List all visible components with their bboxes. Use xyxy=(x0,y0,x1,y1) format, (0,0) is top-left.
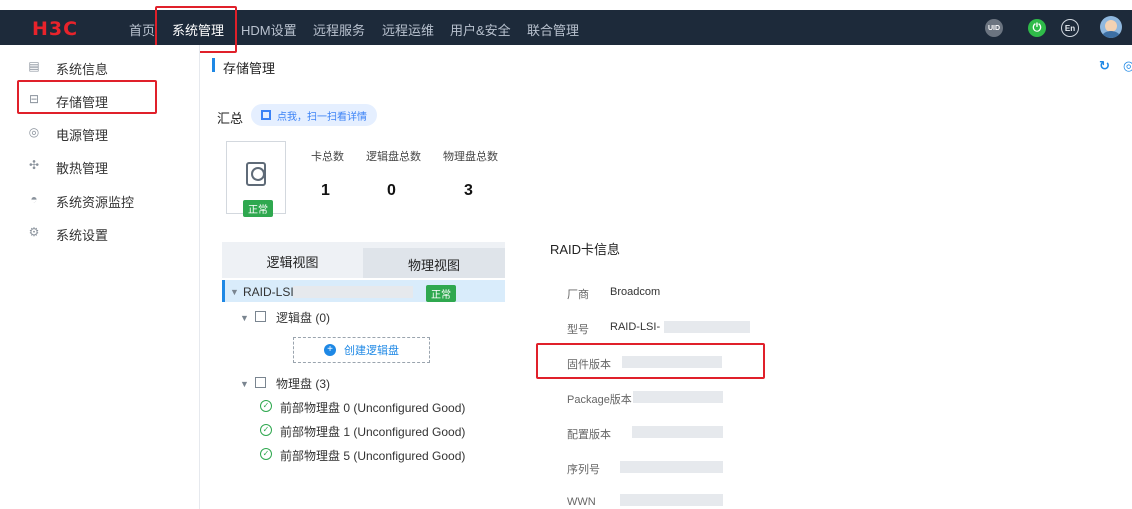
sidebar-item-system-info[interactable]: ▤ 系统信息 xyxy=(0,50,200,83)
document-icon: ▤ xyxy=(28,59,40,73)
tree-disk-item[interactable]: 前部物理盘 5 (Unconfigured Good) xyxy=(280,447,465,464)
highlight-box-sidebar xyxy=(17,80,157,114)
caret-down-icon[interactable]: ▼ xyxy=(230,287,239,297)
highlight-box-firmware xyxy=(536,343,765,379)
sidebar-item-label: 系统设置 xyxy=(56,228,109,243)
power-icon[interactable]: ⏻ xyxy=(1028,19,1046,37)
caret-down-icon[interactable]: ▼ xyxy=(240,379,249,389)
stat-value-physical-count: 3 xyxy=(464,182,473,199)
sidebar-item-label: 系统信息 xyxy=(56,62,109,77)
summary-label: 汇总 xyxy=(217,111,244,126)
plus-icon: + xyxy=(324,344,336,356)
uid-icon[interactable]: UID xyxy=(985,19,1003,37)
language-icon[interactable]: En xyxy=(1061,19,1079,37)
nav-federation[interactable]: 联合管理 xyxy=(527,20,579,39)
info-label-config-version: 配置版本 xyxy=(567,429,611,441)
stat-label-physical-count: 物理盘总数 xyxy=(443,151,498,163)
logical-disk-icon xyxy=(255,311,266,322)
redacted-text xyxy=(632,426,723,438)
hard-disk-icon xyxy=(246,162,266,186)
tree-disk-item[interactable]: 前部物理盘 1 (Unconfigured Good) xyxy=(280,423,465,440)
raid-info-title: RAID卡信息 xyxy=(550,242,621,257)
redacted-text xyxy=(664,321,750,333)
info-label-vendor: 厂商 xyxy=(567,289,589,301)
sidebar-item-cooling[interactable]: ✣ 散热管理 xyxy=(0,149,200,182)
sidebar-item-label: 电源管理 xyxy=(56,128,109,143)
tree-logical-group[interactable]: 逻辑盘 (0) xyxy=(276,309,330,326)
info-value-vendor: Broadcom xyxy=(610,286,661,298)
gear-icon: ⚙ xyxy=(28,225,40,239)
fan-icon: ✣ xyxy=(28,158,40,172)
sidebar-item-resource-monitor[interactable]: ◓ 系统资源监控 xyxy=(0,183,200,216)
create-button-label: 创建逻辑盘 xyxy=(344,345,399,357)
check-circle-icon: ✓ xyxy=(260,424,272,436)
sidebar: ▤ 系统信息 ⊟ 存储管理 ◎ 电源管理 ✣ 散热管理 ◓ 系统资源监控 ⚙ 系… xyxy=(0,45,200,509)
redacted-text xyxy=(293,286,413,298)
check-circle-icon: ✓ xyxy=(260,400,272,412)
stat-label-logical-count: 逻辑盘总数 xyxy=(366,151,421,163)
tab-physical-view[interactable]: 物理视图 xyxy=(363,248,505,280)
nav-remote-ops[interactable]: 远程运维 xyxy=(382,20,434,39)
check-circle-icon: ✓ xyxy=(260,448,272,460)
info-label-wwn: WWN xyxy=(567,496,596,508)
nav-user-security[interactable]: 用户&安全 xyxy=(450,20,511,39)
qr-code-icon xyxy=(261,110,271,120)
tree-raid-name: RAID-LSI- xyxy=(243,285,298,299)
info-label-model: 型号 xyxy=(567,324,589,336)
nav-remote-service[interactable]: 远程服务 xyxy=(313,20,365,39)
scan-hint-button[interactable]: 点我，扫一扫看详情 xyxy=(251,104,377,126)
tab-logical-view[interactable]: 逻辑视图 xyxy=(222,242,363,280)
nav-hdm-settings[interactable]: HDM设置 xyxy=(241,20,297,39)
power-plug-icon: ◎ xyxy=(28,125,40,139)
gauge-icon: ◓ xyxy=(30,192,38,206)
redacted-text xyxy=(633,391,723,403)
info-label-serial: 序列号 xyxy=(567,464,600,476)
stat-value-card-count: 1 xyxy=(321,182,330,199)
sidebar-item-system-settings[interactable]: ⚙ 系统设置 xyxy=(0,216,200,249)
info-label-package: Package版本 xyxy=(567,394,632,406)
redacted-text xyxy=(620,461,723,473)
h3c-logo: H3C xyxy=(32,18,79,40)
stat-value-logical-count: 0 xyxy=(387,182,396,199)
caret-down-icon[interactable]: ▼ xyxy=(240,313,249,323)
storage-status-card: 正常 xyxy=(226,141,286,217)
raid-status-badge: 正常 xyxy=(426,285,456,302)
sidebar-item-label: 散热管理 xyxy=(56,161,109,176)
sidebar-item-power[interactable]: ◎ 电源管理 xyxy=(0,116,200,149)
refresh-icon[interactable]: ↻ xyxy=(1099,58,1110,74)
page-title: 存储管理 xyxy=(223,61,276,76)
page-title-accent xyxy=(212,58,215,72)
help-icon[interactable]: ◎ xyxy=(1123,58,1132,74)
scan-hint-text: 点我，扫一扫看详情 xyxy=(277,111,367,123)
tree-disk-item[interactable]: 前部物理盘 0 (Unconfigured Good) xyxy=(280,399,465,416)
physical-disk-icon xyxy=(255,377,266,388)
sidebar-item-label: 系统资源监控 xyxy=(56,195,135,210)
user-avatar[interactable] xyxy=(1100,16,1122,38)
info-value-model: RAID-LSI- xyxy=(610,321,661,333)
nav-home[interactable]: 首页 xyxy=(129,20,155,39)
redacted-text xyxy=(620,494,723,506)
tree-physical-group[interactable]: 物理盘 (3) xyxy=(276,375,330,392)
create-logical-disk-button[interactable]: + 创建逻辑盘 xyxy=(293,337,430,363)
status-badge: 正常 xyxy=(243,200,273,217)
stat-label-card-count: 卡总数 xyxy=(311,151,344,163)
